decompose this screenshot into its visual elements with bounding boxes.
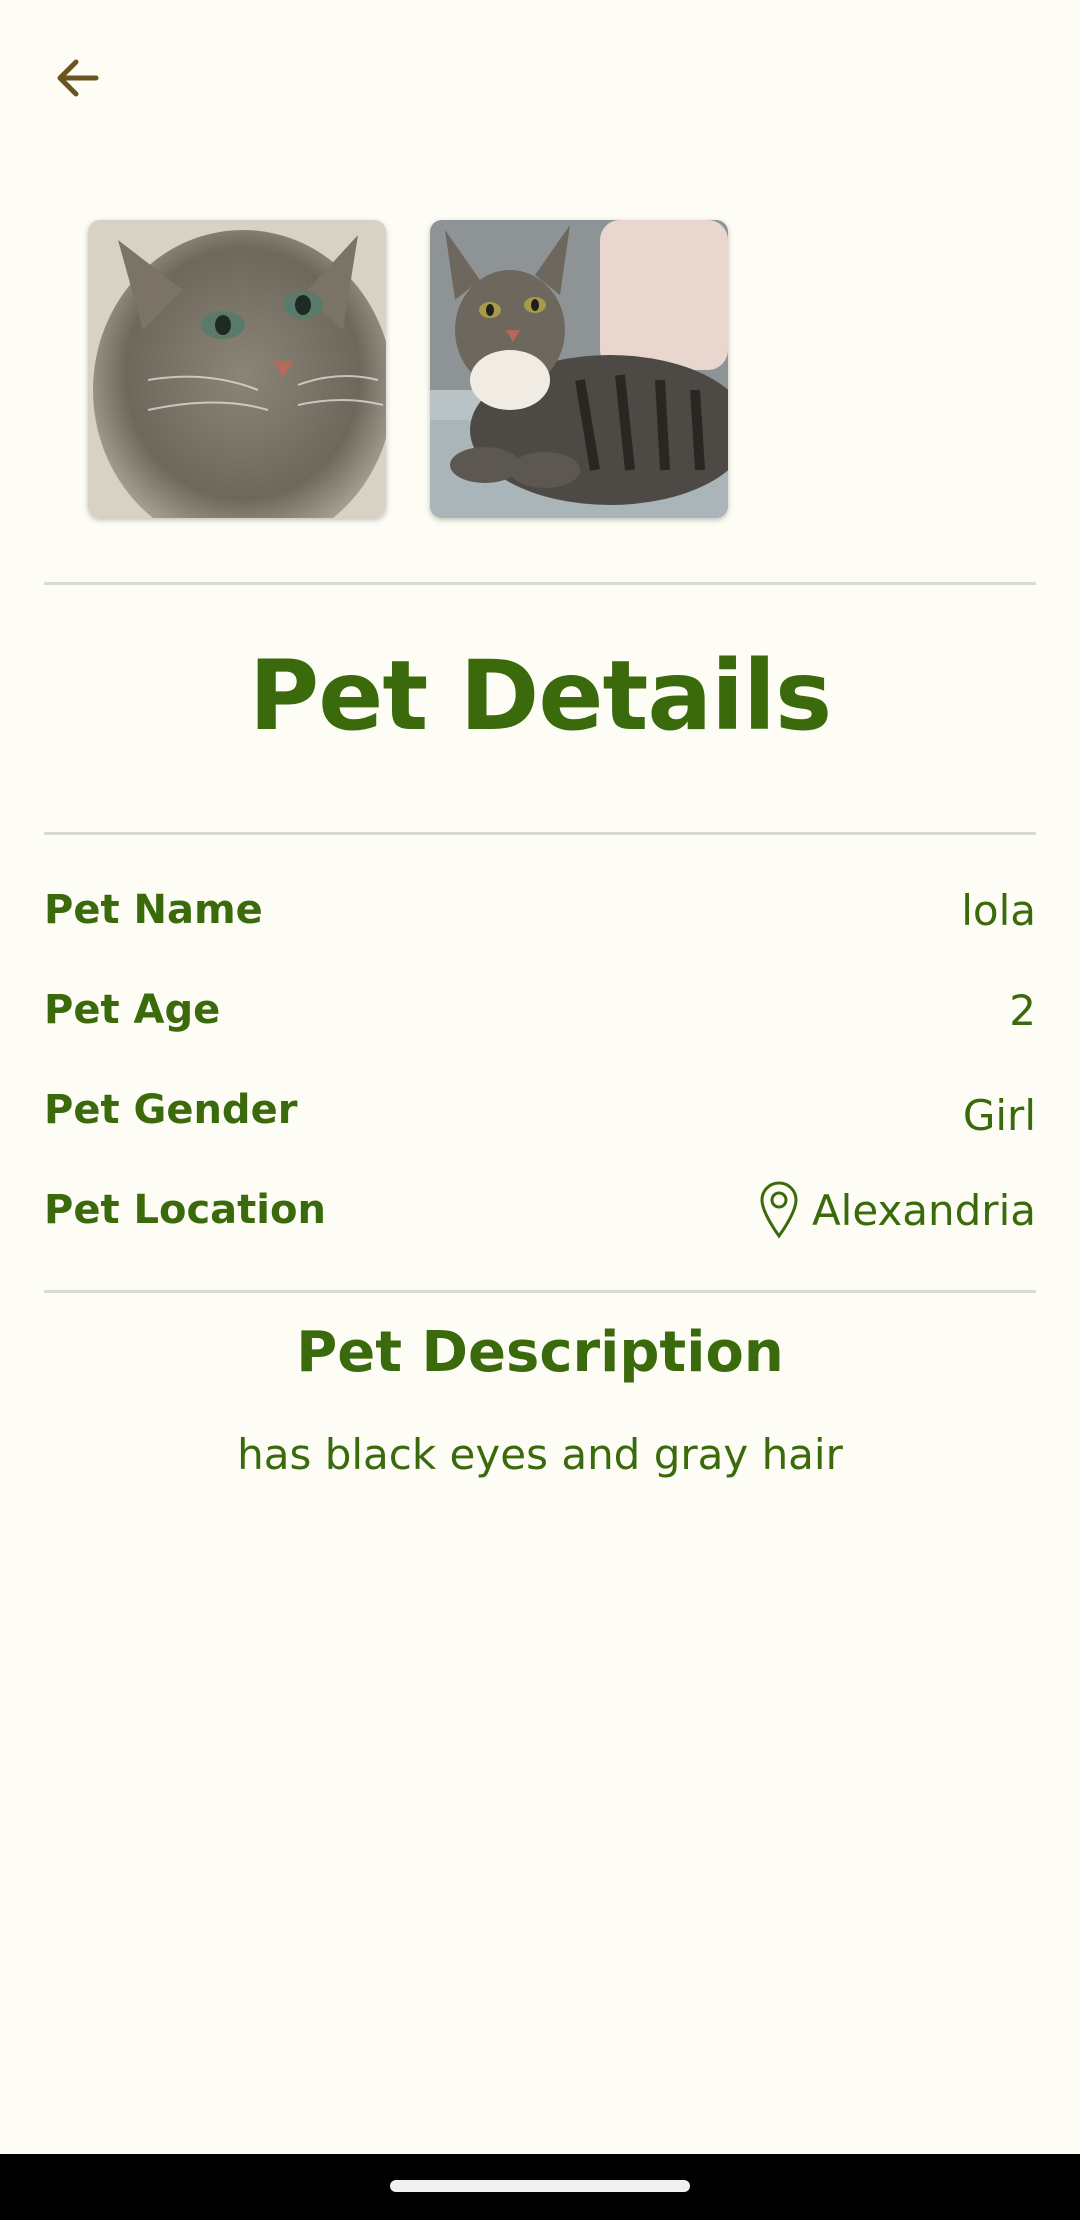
pet-photo-1[interactable]: [88, 220, 386, 518]
pet-location-value: Alexandria: [758, 1180, 1036, 1240]
detail-row-name: Pet Name lola: [44, 880, 1036, 940]
pet-location-text: Alexandria: [811, 1185, 1036, 1235]
page-title: Pet Details: [248, 640, 832, 752]
pet-age-label: Pet Age: [44, 987, 221, 1033]
photo-gallery: [88, 220, 728, 518]
pet-name-label: Pet Name: [44, 887, 263, 933]
description-text: has black eyes and gray hair: [237, 1430, 843, 1479]
description-title: Pet Description: [296, 1320, 784, 1385]
divider: [44, 832, 1036, 835]
detail-row-location: Pet Location Alexandria: [44, 1180, 1036, 1240]
pet-age-value: 2: [1009, 985, 1036, 1035]
home-indicator[interactable]: [390, 2180, 690, 2192]
location-pin-icon: [760, 1181, 798, 1239]
detail-row-gender: Pet Gender Girl: [44, 1080, 1036, 1140]
system-nav-bar: [0, 2154, 1080, 2220]
pet-gender-label: Pet Gender: [44, 1087, 298, 1133]
pet-photo-2[interactable]: [430, 220, 728, 518]
pet-name-value: lola: [961, 885, 1036, 935]
pet-location-label: Pet Location: [44, 1187, 326, 1233]
divider: [44, 1290, 1036, 1293]
arrow-left-icon: [57, 59, 99, 97]
divider: [44, 582, 1036, 585]
pet-gender-value: Girl: [962, 1090, 1036, 1140]
back-button[interactable]: [40, 40, 116, 116]
detail-row-age: Pet Age 2: [44, 980, 1036, 1040]
